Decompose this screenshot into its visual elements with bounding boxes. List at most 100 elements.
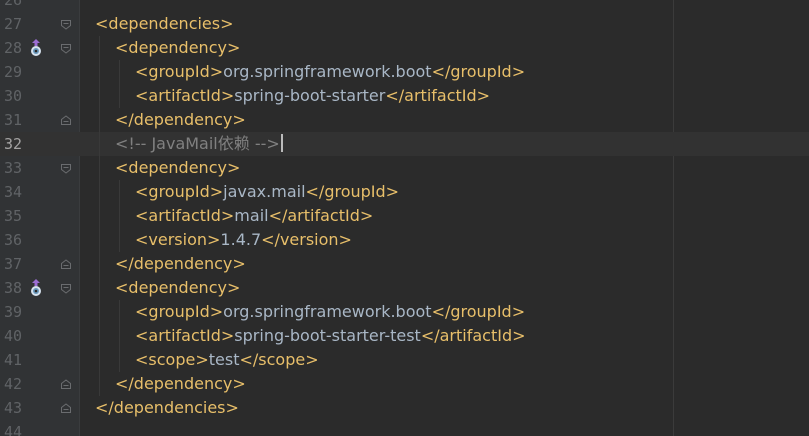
code-line[interactable]: 33 <dependency> [0, 156, 809, 180]
line-number: 30 [3, 87, 22, 105]
code-text[interactable]: <groupId>org.springframework.boot</group… [135, 300, 525, 324]
line-number: 36 [3, 231, 22, 249]
code-text[interactable]: <artifactId>spring-boot-starter</artifac… [135, 84, 490, 108]
code-line-current[interactable]: 32 <!-- JavaMail依赖 --> [0, 132, 809, 156]
indent-guide [119, 60, 120, 108]
fold-collapse-icon[interactable] [60, 163, 72, 174]
code-text[interactable]: <dependencies> [95, 12, 234, 36]
line-number: 38 [3, 279, 22, 297]
code-line[interactable]: 36 <version>1.4.7</version> [0, 228, 809, 252]
code-text[interactable]: </dependency> [115, 108, 246, 132]
code-line[interactable]: 40 <artifactId>spring-boot-starter-test</… [0, 324, 809, 348]
fold-end-icon[interactable] [60, 403, 72, 414]
xml-tag: </dependency> [115, 110, 246, 129]
line-number: 29 [3, 63, 22, 81]
code-line[interactable]: 37 </dependency> [0, 252, 809, 276]
line-number: 27 [3, 15, 22, 33]
code-text[interactable]: </dependency> [115, 252, 246, 276]
code-text[interactable]: <dependency> [115, 156, 240, 180]
code-text[interactable]: <dependency> [115, 276, 240, 300]
xml-tag: <groupId> [135, 182, 224, 201]
xml-tag: <dependency> [115, 38, 241, 57]
xml-tag: <groupId> [135, 302, 224, 321]
fold-end-icon[interactable] [60, 379, 72, 390]
xml-tag: </groupId> [431, 62, 526, 81]
xml-text: 1.4.7 [220, 230, 262, 249]
fold-end-icon[interactable] [60, 115, 72, 126]
code-text[interactable]: <artifactId>spring-boot-starter-test</ar… [135, 324, 526, 348]
line-number: 35 [3, 207, 22, 225]
code-text[interactable]: </dependencies> [95, 396, 239, 420]
xml-tag: </version> [261, 230, 352, 249]
xml-tag: </groupId> [305, 182, 400, 201]
code-line[interactable]: 27 <dependencies> [0, 12, 809, 36]
xml-tag: </artifactId> [268, 206, 374, 225]
code-text[interactable]: <scope>test</scope> [135, 348, 319, 372]
code-line[interactable]: 26 [0, 0, 809, 12]
xml-tag: <groupId> [135, 62, 224, 81]
indent-guide [99, 36, 100, 396]
xml-tag: </dependencies> [95, 398, 239, 417]
fold-end-icon[interactable] [60, 259, 72, 270]
code-line[interactable]: 41 <scope>test</scope> [0, 348, 809, 372]
code-line[interactable]: 35 <artifactId>mail</artifactId> [0, 204, 809, 228]
indent-guide [119, 180, 120, 252]
line-number: 37 [3, 255, 22, 273]
line-number: 43 [3, 399, 22, 417]
xml-tag: </scope> [239, 350, 319, 369]
xml-tag: </dependency> [115, 374, 246, 393]
line-number: 32 [3, 135, 22, 153]
fold-collapse-icon[interactable] [60, 19, 72, 30]
xml-text: org.springframework.boot [223, 302, 432, 321]
line-number: 28 [3, 39, 22, 57]
code-text[interactable]: <artifactId>mail</artifactId> [135, 204, 373, 228]
xml-tag: <dependencies> [95, 14, 234, 33]
line-number: 26 [3, 0, 22, 9]
code-line[interactable]: 38 <dependency> [0, 276, 809, 300]
code-editor[interactable]: 26 27 <dependencies> 28 <dependency> 29 <group… [0, 0, 809, 436]
dependency-overrides-icon[interactable] [29, 38, 43, 58]
line-number: 41 [3, 351, 22, 369]
xml-comment: <!-- JavaMail依赖 --> [115, 134, 280, 153]
xml-tag: <dependency> [115, 278, 241, 297]
code-line[interactable]: 29 <groupId>org.springframework.boot</gro… [0, 60, 809, 84]
dependency-overrides-icon[interactable] [29, 278, 43, 298]
line-number: 31 [3, 111, 22, 129]
code-text[interactable]: <!-- JavaMail依赖 --> [115, 132, 283, 156]
line-number: 33 [3, 159, 22, 177]
xml-text: spring-boot-starter-test [234, 326, 421, 345]
xml-text: spring-boot-starter [234, 86, 386, 105]
code-line[interactable]: 42 </dependency> [0, 372, 809, 396]
xml-text: test [208, 350, 240, 369]
code-line[interactable]: 34 <groupId>javax.mail</groupId> [0, 180, 809, 204]
xml-text: javax.mail [223, 182, 306, 201]
xml-tag: </dependency> [115, 254, 246, 273]
code-text[interactable]: <groupId>javax.mail</groupId> [135, 180, 399, 204]
xml-text: org.springframework.boot [223, 62, 432, 81]
code-line[interactable]: 44 [0, 420, 809, 436]
xml-tag: <artifactId> [135, 326, 235, 345]
code-text[interactable]: </dependency> [115, 372, 246, 396]
xml-tag: </groupId> [431, 302, 526, 321]
code-line[interactable]: 31 </dependency> [0, 108, 809, 132]
code-line[interactable]: 28 <dependency> [0, 36, 809, 60]
xml-tag: <version> [135, 230, 221, 249]
fold-collapse-icon[interactable] [60, 283, 72, 294]
xml-tag: </artifactId> [420, 326, 526, 345]
fold-collapse-icon[interactable] [60, 43, 72, 54]
line-number: 42 [3, 375, 22, 393]
line-number: 34 [3, 183, 22, 201]
code-line[interactable]: 39 <groupId>org.springframework.boot</gro… [0, 300, 809, 324]
code-text[interactable]: <groupId>org.springframework.boot</group… [135, 60, 525, 84]
code-line[interactable]: 30 <artifactId>spring-boot-starter</artif… [0, 84, 809, 108]
line-number: 40 [3, 327, 22, 345]
code-text[interactable]: <dependency> [115, 36, 240, 60]
line-number: 39 [3, 303, 22, 321]
xml-tag: <artifactId> [135, 86, 235, 105]
xml-tag: </artifactId> [385, 86, 491, 105]
code-line[interactable]: 43 </dependencies> [0, 396, 809, 420]
indent-guide [119, 300, 120, 372]
text-caret [280, 134, 283, 152]
code-text[interactable]: <version>1.4.7</version> [135, 228, 352, 252]
xml-tag: <dependency> [115, 158, 241, 177]
